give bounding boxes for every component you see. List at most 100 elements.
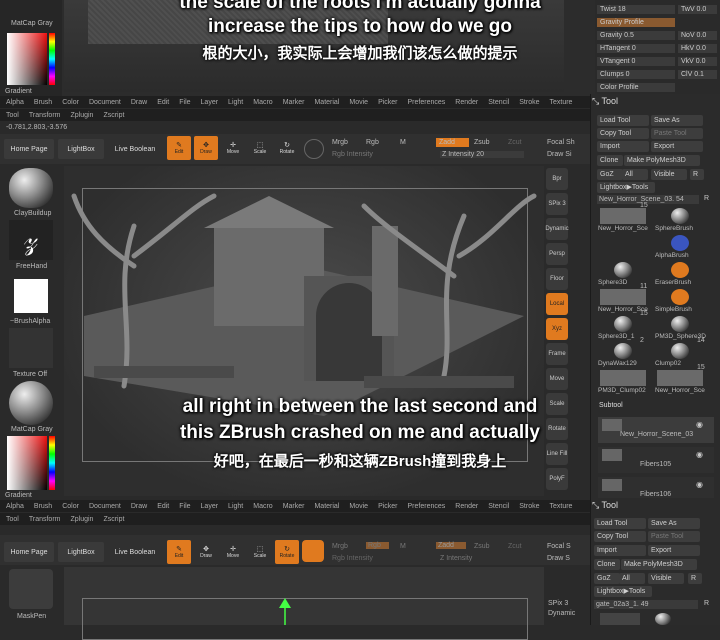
texture-thumb[interactable]: [9, 328, 53, 368]
tool-thumb-eraserbrush[interactable]: EraserBrush: [655, 262, 709, 288]
bottom-dynamic-label[interactable]: Dynamic: [548, 610, 575, 617]
r-button[interactable]: R: [690, 169, 704, 180]
right-icon-scale[interactable]: Scale: [546, 393, 568, 415]
right-icon-move[interactable]: Move: [546, 368, 568, 390]
right-icon-local[interactable]: Local: [546, 293, 568, 315]
rgb-toggle[interactable]: Rgb: [366, 139, 379, 146]
bottom-zadd-toggle[interactable]: Zadd: [436, 542, 466, 549]
right-icon-line-fill[interactable]: Line Fill: [546, 443, 568, 465]
hair-slider-value-5[interactable]: ClV 0.1: [678, 70, 717, 79]
bottom-r-button[interactable]: R: [688, 573, 702, 584]
draw-button[interactable]: ✥ Draw: [194, 136, 218, 160]
menu-texture[interactable]: Texture: [549, 99, 572, 106]
all-button[interactable]: All: [622, 169, 648, 180]
bottom-paste-tool-button[interactable]: Paste Tool: [648, 531, 700, 542]
zcut-toggle[interactable]: Zcut: [508, 139, 522, 146]
bottom-menu-material[interactable]: Material: [314, 503, 339, 510]
menu-edit[interactable]: Edit: [157, 99, 169, 106]
alpha-thumb[interactable]: [14, 279, 48, 313]
bottom-menu-macro[interactable]: Macro: [253, 503, 272, 510]
submenu-transform[interactable]: Transform: [29, 112, 61, 119]
right-icon-rotate[interactable]: Rotate: [546, 418, 568, 440]
subtool-visibility-icon[interactable]: ◉: [696, 480, 703, 489]
menu-material[interactable]: Material: [314, 99, 339, 106]
bottom-z-intensity-slider[interactable]: Z Intensity: [440, 555, 472, 562]
move-button[interactable]: ✛ Move: [221, 136, 245, 160]
menu-light[interactable]: Light: [228, 99, 243, 106]
rgb-intensity-slider[interactable]: Rgb Intensity: [332, 151, 373, 158]
subtool-visibility-icon[interactable]: ◉: [696, 450, 703, 459]
menu-color[interactable]: Color: [62, 99, 79, 106]
bottom-make-polymesh-button[interactable]: Make PolyMesh3D: [621, 559, 697, 570]
bottom-submenu-zplugin[interactable]: Zplugin: [70, 516, 93, 523]
subtool-row[interactable]: Fibers105 ◉: [598, 447, 714, 473]
focal-shift-slider[interactable]: Focal Sh: [547, 139, 575, 146]
right-icon-persp[interactable]: Persp: [546, 243, 568, 265]
subtool-header[interactable]: Subtool: [594, 402, 716, 412]
bottom-import-button[interactable]: Import: [594, 545, 646, 556]
bottom-visible-button[interactable]: Visible: [648, 573, 684, 584]
bottom-menu-light[interactable]: Light: [228, 503, 243, 510]
scale-button[interactable]: ⬚ Scale: [248, 136, 272, 160]
menu-brush[interactable]: Brush: [34, 99, 52, 106]
bottom-tool-thumb-1[interactable]: [600, 613, 640, 625]
bottom-draw-button[interactable]: ✥ Draw: [194, 540, 218, 564]
bottom-menu-alpha[interactable]: Alpha: [6, 503, 24, 510]
bottom-mrgb-toggle[interactable]: Mrgb: [332, 543, 348, 550]
bottom-menu-stroke[interactable]: Stroke: [519, 503, 539, 510]
bottom-zsub-toggle[interactable]: Zsub: [474, 543, 490, 550]
load-tool-button[interactable]: Load Tool: [597, 115, 649, 126]
right-icon-frame[interactable]: Frame: [546, 343, 568, 365]
copy-tool-button[interactable]: Copy Tool: [597, 128, 649, 139]
export-button[interactable]: Export: [651, 141, 703, 152]
menu-preferences[interactable]: Preferences: [408, 99, 446, 106]
bottom-menu-draw[interactable]: Draw: [131, 503, 147, 510]
bottom-menu-texture[interactable]: Texture: [549, 503, 572, 510]
bottom-rgb-toggle[interactable]: Rgb: [366, 542, 389, 549]
tool-thumb-new-horror-sce[interactable]: New_Horror_Sce 15: [655, 364, 709, 396]
bottom-menu-marker[interactable]: Marker: [283, 503, 305, 510]
bottom-tool-thumb-2[interactable]: [655, 613, 671, 625]
current-tool-r[interactable]: R: [704, 195, 709, 202]
submenu-zplugin[interactable]: Zplugin: [70, 112, 93, 119]
bottom-draw-size-slider[interactable]: Draw S: [547, 555, 570, 562]
hair-slider-6[interactable]: Color Profile: [597, 83, 675, 92]
bottom-menu-movie[interactable]: Movie: [349, 503, 368, 510]
tool-thumb-simplebrush[interactable]: SimpleBrush: [655, 289, 709, 315]
tool-thumb-alphabrush[interactable]: AlphaBrush: [655, 235, 709, 261]
menu-picker[interactable]: Picker: [378, 99, 397, 106]
live-boolean-button[interactable]: Live Boolean: [110, 139, 160, 159]
menu-layer[interactable]: Layer: [201, 99, 219, 106]
menu-marker[interactable]: Marker: [283, 99, 305, 106]
m-toggle[interactable]: M: [400, 139, 406, 146]
menu-document[interactable]: Document: [89, 99, 121, 106]
lightbox-button[interactable]: LightBox: [58, 139, 104, 159]
stroke-freehand-thumb[interactable]: 𝓏: [9, 220, 53, 260]
zsub-toggle[interactable]: Zsub: [474, 139, 490, 146]
bottom-clone-button[interactable]: Clone: [594, 559, 620, 570]
bottom-submenu-transform[interactable]: Transform: [29, 516, 61, 523]
bottom-menu-layer[interactable]: Layer: [201, 503, 219, 510]
submenu-zscript[interactable]: Zscript: [103, 112, 124, 119]
bottom-m-toggle[interactable]: M: [400, 543, 406, 550]
bottom-menu-edit[interactable]: Edit: [157, 503, 169, 510]
bottom-export-button[interactable]: Export: [648, 545, 700, 556]
menu-render[interactable]: Render: [455, 99, 478, 106]
bottom-submenu-zscript[interactable]: Zscript: [103, 516, 124, 523]
menu-draw[interactable]: Draw: [131, 99, 147, 106]
mrgb-toggle[interactable]: Mrgb: [332, 139, 348, 146]
zadd-toggle[interactable]: Zadd: [436, 138, 469, 147]
bottom-edit-button[interactable]: ✎ Edit: [167, 540, 191, 564]
bottom-menu-color[interactable]: Color: [62, 503, 79, 510]
bottom-zcut-toggle[interactable]: Zcut: [508, 543, 522, 550]
bottom-live-boolean-button[interactable]: Live Boolean: [110, 542, 160, 562]
menu-macro[interactable]: Macro: [253, 99, 272, 106]
menu-file[interactable]: File: [179, 99, 190, 106]
bottom-copy-tool-button[interactable]: Copy Tool: [594, 531, 646, 542]
right-icon-dynamic[interactable]: Dynamic: [545, 218, 569, 240]
menu-movie[interactable]: Movie: [349, 99, 368, 106]
z-intensity-slider[interactable]: Z Intensity 20: [440, 151, 525, 158]
menu-alpha[interactable]: Alpha: [6, 99, 24, 106]
edit-button[interactable]: ✎ Edit: [167, 136, 191, 160]
bottom-menu-brush[interactable]: Brush: [34, 503, 52, 510]
